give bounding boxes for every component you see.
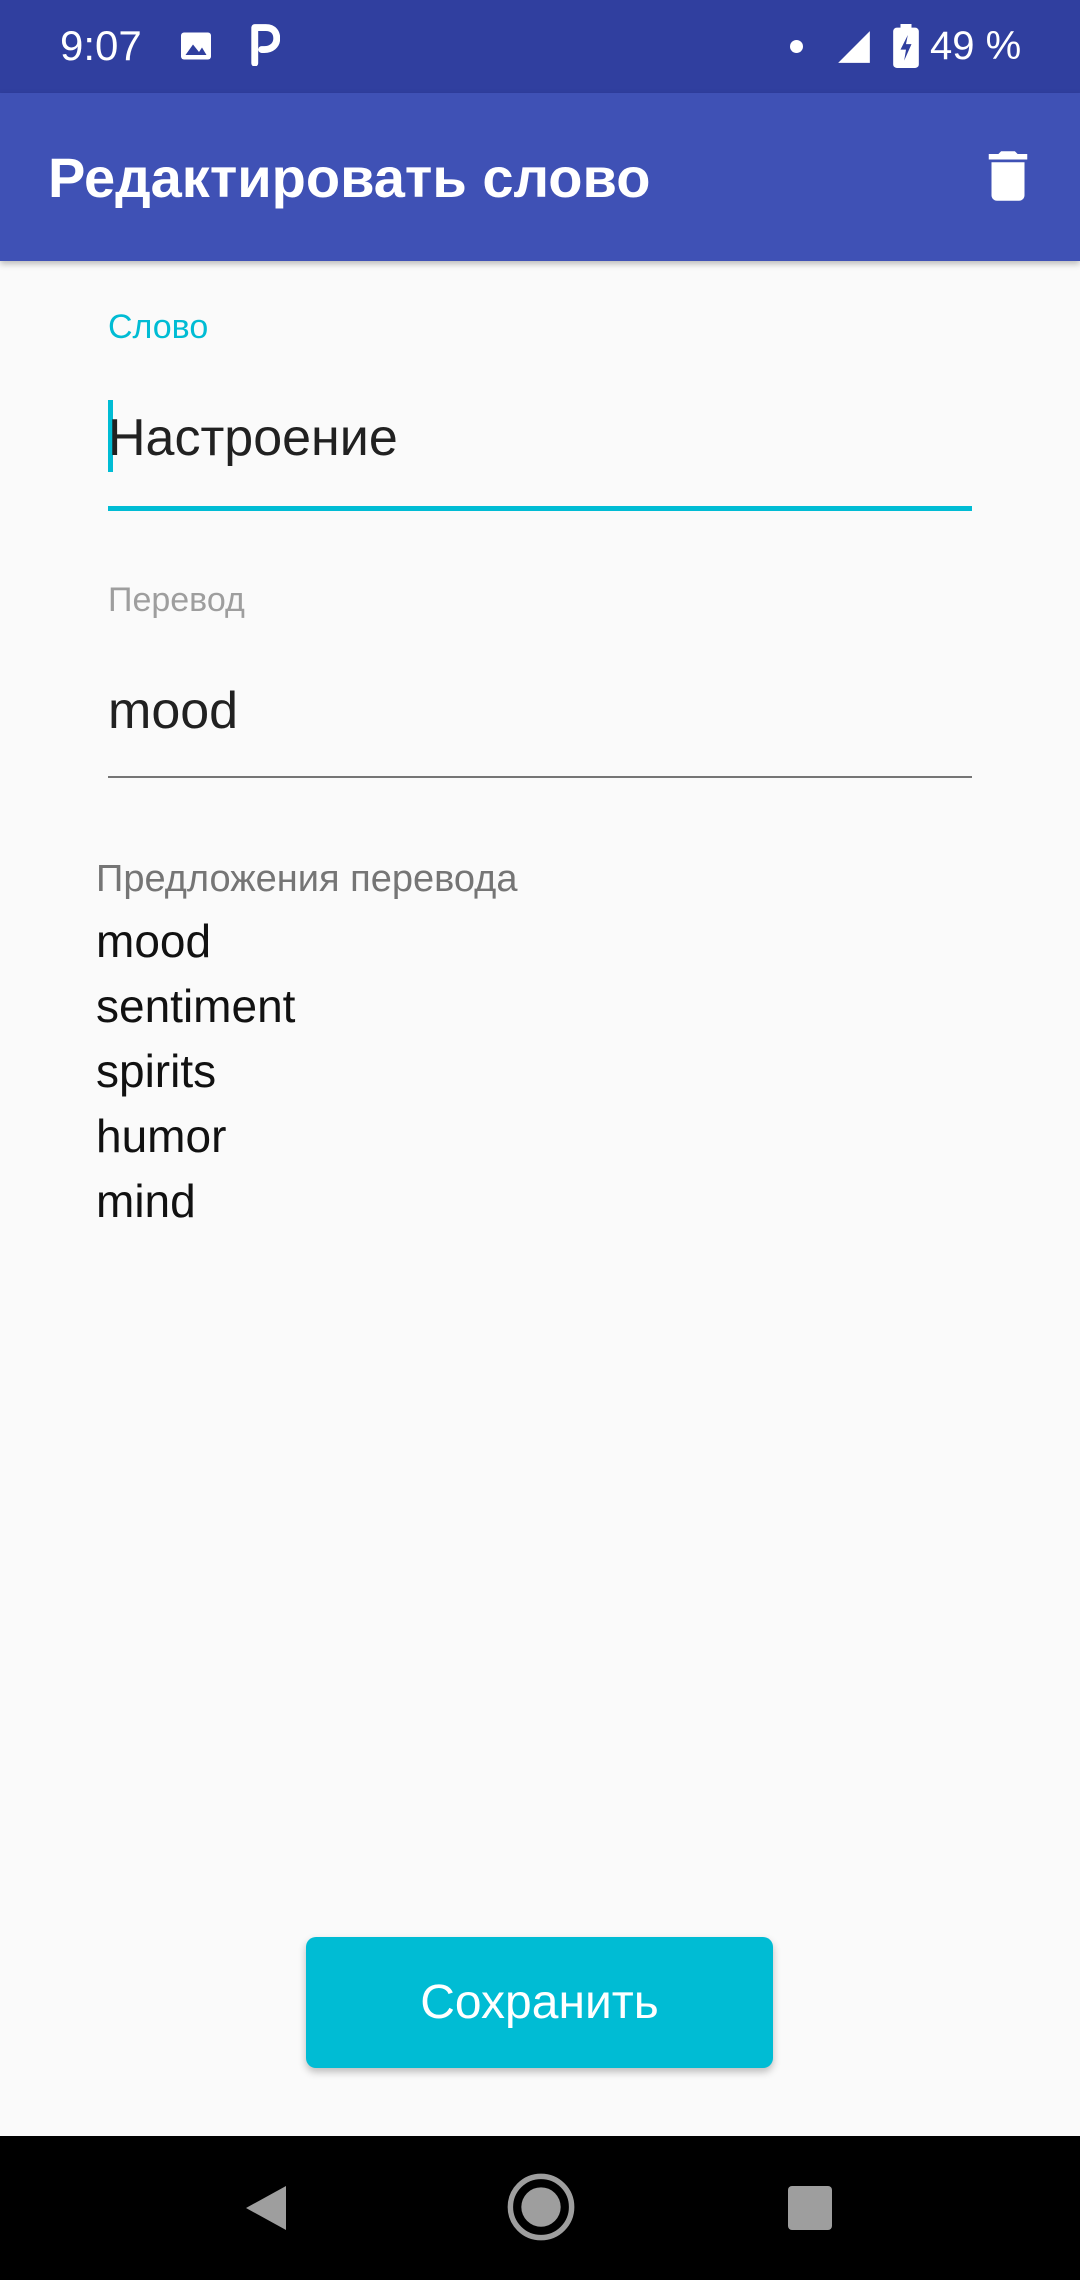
page-title: Редактировать слово [48,146,651,209]
home-icon[interactable] [506,2172,576,2242]
status-time: 9:07 [60,22,142,69]
translation-suggestions: Предложения перевода mood sentiment spir… [96,858,517,1234]
translation-underline [108,776,972,778]
translation-label: Перевод [108,581,245,619]
navigation-bar [0,2136,1080,2280]
save-button[interactable]: Сохранить [306,1937,773,2068]
translation-field[interactable]: Перевод [108,581,972,778]
suggestions-title: Предложения перевода [96,858,518,900]
suggestion-item[interactable]: mind [96,1169,517,1234]
back-icon[interactable] [242,2182,290,2234]
battery-level: 49 % [930,24,1022,68]
signal-icon [838,31,870,63]
suggestion-item[interactable]: humor [96,1104,517,1169]
translation-input[interactable] [108,676,972,746]
battery-icon [893,24,919,68]
word-input[interactable] [108,403,972,473]
word-field[interactable]: Слово [108,308,972,511]
suggestion-item[interactable]: spirits [96,1039,517,1104]
word-label: Слово [108,308,209,346]
word-underline [108,506,972,511]
status-bar: 9:07 49 % [0,0,1080,93]
recents-icon[interactable] [786,2184,834,2232]
delete-icon[interactable] [975,143,1041,209]
suggestion-item[interactable]: mood [96,909,517,974]
screen: 9:07 49 % Редактировать слово Слово Наст… [0,0,1080,2280]
p-icon [251,24,280,66]
app-bar: Редактировать слово [0,93,1080,261]
dot-icon [790,40,803,53]
image-icon [181,32,211,60]
suggestion-item[interactable]: sentiment [96,974,517,1039]
